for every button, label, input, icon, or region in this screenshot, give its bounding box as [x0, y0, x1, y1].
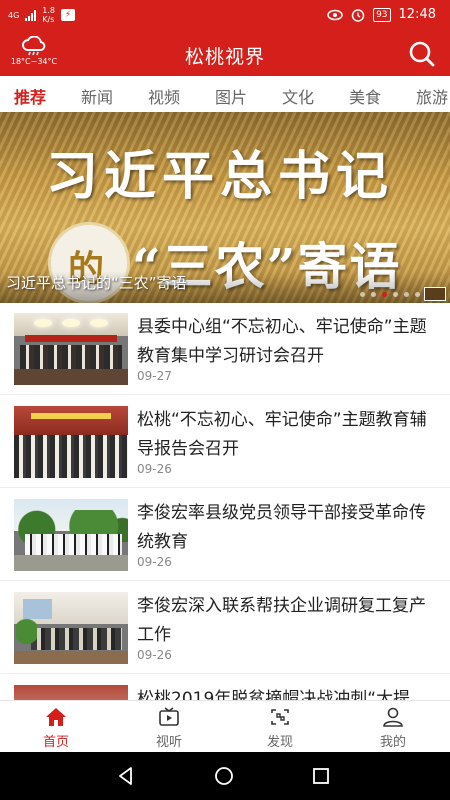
- nav-home-label: 首页: [42, 735, 69, 750]
- news-date: 09-26: [137, 462, 172, 476]
- news-item[interactable]: 松桃“不忘初心、牢记使命”主题教育辅导报告会召开 09-26: [0, 396, 450, 488]
- nav-mine[interactable]: 我的: [353, 707, 433, 750]
- person-icon: [383, 707, 403, 727]
- news-date: 09-27: [137, 369, 172, 383]
- nav-watch-label: 视听: [155, 735, 182, 750]
- news-thumbnail: [14, 406, 128, 478]
- net-speed-unit: K/s: [42, 15, 55, 24]
- alarm-icon: [351, 8, 365, 22]
- news-thumbnail: [14, 313, 128, 385]
- nav-watch[interactable]: 视听: [129, 707, 209, 750]
- carousel-dot[interactable]: [415, 292, 420, 297]
- news-title: 李俊宏深入联系帮扶企业调研复工复产工作: [137, 596, 426, 645]
- discover-icon: [271, 709, 289, 725]
- tab-recommend[interactable]: 推荐: [14, 84, 46, 108]
- news-thumbnail: [14, 592, 128, 664]
- home-circle-icon[interactable]: [214, 766, 234, 786]
- news-date: 09-26: [137, 555, 172, 569]
- news-item[interactable]: 县委中心组“不忘初心、牢记使命”主题教育集中学习研讨会召开 09-27: [0, 303, 450, 395]
- recents-icon[interactable]: [311, 766, 331, 786]
- news-title: 李俊宏率县级党员领导干部接受革命传统教育: [137, 503, 426, 552]
- nav-discover-label: 发现: [266, 735, 293, 750]
- news-thumbnail: [14, 499, 128, 571]
- tab-food[interactable]: 美食: [349, 84, 381, 108]
- featured-banner[interactable]: 习近平总书记 的 “三农”寄语 习近平总书记的“三农”寄语: [0, 112, 450, 303]
- app-title: 松桃视界: [184, 46, 265, 68]
- carousel-dot[interactable]: [404, 292, 409, 297]
- signal-icon: [25, 9, 37, 21]
- system-nav-bar: [0, 752, 450, 800]
- clock: 12:48: [398, 7, 436, 22]
- eye-icon: [327, 9, 343, 21]
- carousel-dot[interactable]: [360, 292, 365, 297]
- back-icon[interactable]: [116, 766, 136, 786]
- category-tabs: 推荐 新闻 视频 图片 文化 美食 旅游: [0, 76, 450, 112]
- network-type: 4G: [8, 10, 20, 20]
- news-title: 松桃2019年脱贫摘帽决战冲刺“大提: [137, 689, 411, 700]
- search-icon[interactable]: [408, 40, 436, 68]
- news-item[interactable]: 李俊宏深入联系帮扶企业调研复工复产工作 09-26: [0, 582, 450, 674]
- status-bar: 4G 1.8 K/s ⚡ 93 12:48: [0, 0, 450, 32]
- tab-video[interactable]: 视频: [148, 84, 180, 108]
- banner-caption: 习近平总书记的“三农”寄语: [6, 274, 187, 292]
- nav-mine-label: 我的: [379, 735, 406, 750]
- app-header: 18°C~34°C 松桃视界: [0, 32, 450, 76]
- tv-icon: [159, 707, 179, 726]
- carousel-dot[interactable]: [393, 292, 398, 297]
- banner-mini-thumb: [424, 287, 446, 301]
- home-icon: [46, 708, 66, 726]
- news-item[interactable]: 松桃2019年脱贫摘帽决战冲刺“大提: [0, 675, 450, 700]
- carousel-dots: [360, 292, 420, 297]
- news-item[interactable]: 李俊宏率县级党员领导干部接受革命传统教育 09-26: [0, 489, 450, 581]
- carousel-dot[interactable]: [382, 292, 387, 297]
- tab-culture[interactable]: 文化: [282, 84, 314, 108]
- tab-news[interactable]: 新闻: [81, 84, 113, 108]
- data-saver-icon: ⚡: [61, 9, 76, 21]
- status-right: 93 12:48: [327, 7, 436, 22]
- net-speed: 1.8 K/s: [42, 6, 55, 24]
- status-left: 4G 1.8 K/s ⚡: [8, 6, 76, 24]
- net-speed-value: 1.8: [42, 6, 56, 15]
- battery-icon: 93: [373, 7, 391, 22]
- news-thumbnail: [14, 685, 128, 700]
- news-date: 09-26: [137, 648, 172, 662]
- nav-discover[interactable]: 发现: [240, 707, 320, 750]
- news-title: 县委中心组“不忘初心、牢记使命”主题教育集中学习研讨会召开: [137, 317, 427, 366]
- carousel-dot[interactable]: [371, 292, 376, 297]
- tab-travel[interactable]: 旅游: [416, 84, 448, 108]
- tab-pictures[interactable]: 图片: [215, 84, 247, 108]
- bottom-nav: 首页 视听 发现 我的: [0, 700, 450, 752]
- banner-headline: 习近平总书记: [46, 146, 395, 207]
- news-title: 松桃“不忘初心、牢记使命”主题教育辅导报告会召开: [137, 410, 427, 459]
- nav-home[interactable]: 首页: [16, 707, 96, 750]
- news-list: 县委中心组“不忘初心、牢记使命”主题教育集中学习研讨会召开 09-27 松桃“不…: [0, 303, 450, 700]
